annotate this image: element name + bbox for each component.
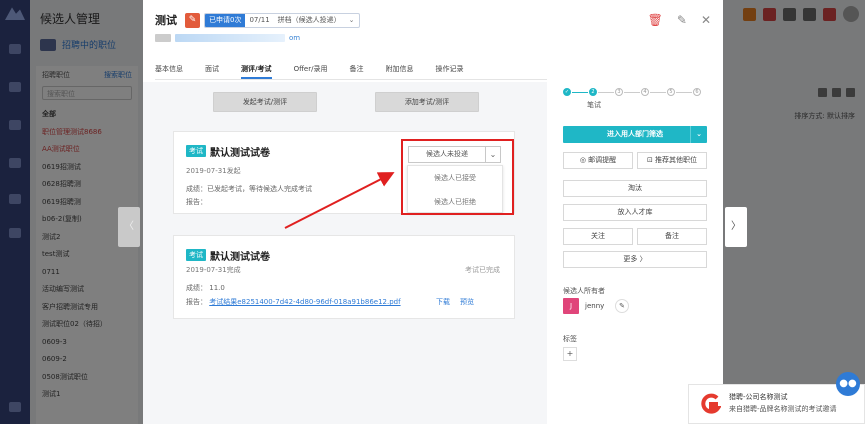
tab-4[interactable]: 备注 xyxy=(349,60,363,79)
exam-report-line: 报告： 考试结果e8251400-7d42-4d80-96df-018a91b8… xyxy=(186,297,401,307)
stage-stepper: 笔试 ✓ 2 3 4 5 6 xyxy=(559,84,707,110)
owner-avatar: J xyxy=(563,298,579,314)
current-step-label: 笔试 xyxy=(587,101,601,109)
chevron-down-icon[interactable]: ⌄ xyxy=(690,126,707,143)
prev-candidate-button[interactable]: 〈 xyxy=(118,207,140,247)
candidate-name: 测试 xyxy=(155,14,177,27)
exam-status: 考试已完成 xyxy=(465,266,500,274)
application-source-icon: ✎ xyxy=(185,12,200,28)
talent-pool-button[interactable]: 放入人才库 xyxy=(563,204,707,221)
assessment-panel: 发起考试/测评 添加考试/测评 考试 默认测试试卷 2019-07-31发起 成… xyxy=(143,82,547,424)
redacted-phone xyxy=(155,34,171,42)
modal-tabs: 基本信息 面试 测评/考试 Offer/录用 备注 附加信息 操作记录 xyxy=(155,60,547,80)
step-connector xyxy=(650,92,666,93)
more-button[interactable]: 更多 〉 xyxy=(563,251,707,268)
exam-date: 2019-07-31完成 xyxy=(186,266,241,274)
delete-icon[interactable]: 🗑 xyxy=(648,13,663,27)
score-value: 11.0 xyxy=(209,284,225,292)
toast-message: 来自猎聘-品牌名称测试的考试邀请 xyxy=(729,405,837,413)
exam-score-line: 成绩： 11.0 xyxy=(186,283,225,293)
advance-stage-label: 进入用人部门筛选 xyxy=(607,130,663,138)
exam-tag: 考试 xyxy=(186,249,206,261)
add-exam-button[interactable]: 添加考试/测评 xyxy=(375,92,479,112)
email-suffix: om xyxy=(289,34,301,42)
step-6: 6 xyxy=(693,88,701,96)
launch-exam-button[interactable]: 发起考试/测评 xyxy=(213,92,317,112)
exam-date: 2019-07-31发起 xyxy=(186,167,241,175)
score-label: 成绩： xyxy=(186,284,207,292)
download-link[interactable]: 下载 xyxy=(436,297,450,307)
status-selector[interactable]: 已申请0次 07/11 拼档（候选人投递） ⌄ xyxy=(204,12,360,28)
eliminate-button[interactable]: 淘汰 xyxy=(563,180,707,197)
status-date: 07/11 xyxy=(249,16,270,24)
step-connector xyxy=(572,92,588,93)
owner-title: 候选人所有者 xyxy=(563,287,605,295)
advance-stage-button[interactable]: 进入用人部门筛选 ⌄ xyxy=(563,126,707,143)
exam-tag: 考试 xyxy=(186,145,206,157)
tags-title: 标签 xyxy=(563,335,577,343)
brand-logo-icon xyxy=(701,393,721,414)
chat-icon[interactable]: ●● xyxy=(836,372,860,396)
owner-name: jenny xyxy=(585,302,605,310)
step-5: 5 xyxy=(667,88,675,96)
exam-result-line: 成绩：已发起考试，等待候选人完成考试 xyxy=(186,185,312,193)
redacted-email xyxy=(175,34,285,42)
step-connector xyxy=(676,92,692,93)
highlight-box xyxy=(401,139,514,215)
edit-icon[interactable]: ✎ xyxy=(677,13,687,27)
tab-0[interactable]: 基本信息 xyxy=(155,60,183,79)
status-result: 拼档（候选人投递） xyxy=(277,16,341,24)
modal-header: 测试 ✎ 已申请0次 07/11 拼档（候选人投递） ⌄ 🗑 ✎ ✕ xyxy=(155,11,711,29)
contact-line: om xyxy=(155,34,300,42)
next-candidate-button[interactable]: 〉 xyxy=(725,207,747,247)
close-icon[interactable]: ✕ xyxy=(701,13,711,27)
exam-report-line: 报告： xyxy=(186,198,207,206)
exam-title: 默认测试试卷 xyxy=(210,148,270,159)
tab-2[interactable]: 测评/考试 xyxy=(241,60,272,79)
report-label: 报告： xyxy=(186,298,207,306)
tab-3[interactable]: Offer/录用 xyxy=(294,60,328,79)
note-button[interactable]: 备注 xyxy=(637,228,707,245)
report-file-link[interactable]: 考试结果e8251400-7d42-4d80-96df-018a91b86e12… xyxy=(209,298,400,306)
status-stage: 已申请0次 xyxy=(205,13,246,27)
interview-remind-button[interactable]: ◎ 邮调提醒 xyxy=(563,152,633,169)
step-connector xyxy=(598,92,614,93)
tab-5[interactable]: 附加信息 xyxy=(385,60,413,79)
chevron-down-icon: ⌄ xyxy=(348,16,355,24)
step-1: ✓ xyxy=(563,88,571,96)
tab-1[interactable]: 面试 xyxy=(205,60,219,79)
candidate-side-panel: 笔试 ✓ 2 3 4 5 6 进入用人部门筛选 ⌄ ◎ 邮调提醒 ⊡ 推荐其他职位 淘汰 … xyxy=(553,82,713,424)
follow-button[interactable]: 关注 xyxy=(563,228,633,245)
exam-title: 默认测试试卷 xyxy=(210,252,270,263)
step-connector xyxy=(624,92,640,93)
exam-card-completed: 考试 默认测试试卷 2019-07-31完成 考试已完成 成绩： 11.0 报告… xyxy=(173,235,515,319)
candidate-modal: 测试 ✎ 已申请0次 07/11 拼档（候选人投递） ⌄ 🗑 ✎ ✕ om 基本… xyxy=(143,0,723,424)
step-2: 2 xyxy=(589,88,597,96)
preview-link[interactable]: 预览 xyxy=(460,297,474,307)
recommend-other-job-button[interactable]: ⊡ 推荐其他职位 xyxy=(637,152,707,169)
step-3: 3 xyxy=(615,88,623,96)
pencil-icon[interactable]: ✎ xyxy=(615,299,629,313)
tab-6[interactable]: 操作记录 xyxy=(435,60,463,79)
toast-title: 猎聘-公司名称测试 xyxy=(729,393,788,401)
step-4: 4 xyxy=(641,88,649,96)
add-tag-button[interactable]: + xyxy=(563,347,577,361)
